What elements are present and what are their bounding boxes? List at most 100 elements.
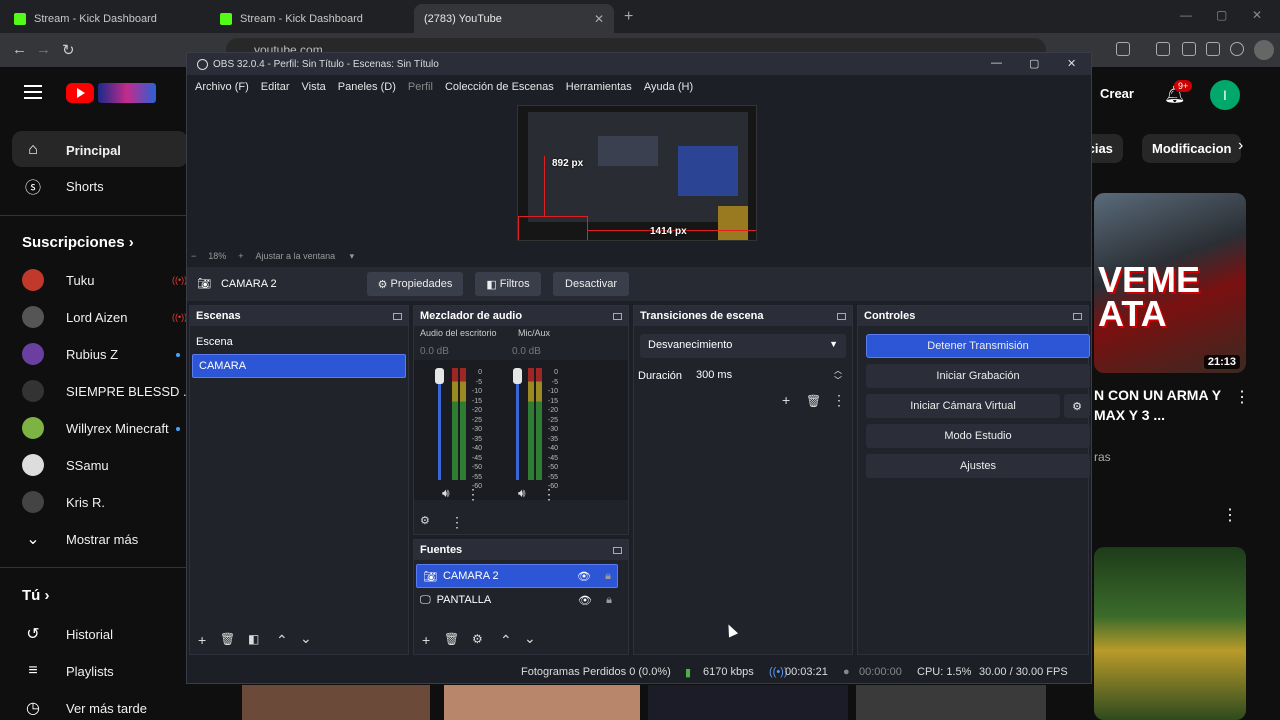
more-options-icon[interactable]: ⋮ [832, 392, 846, 409]
volume-knob[interactable] [513, 368, 522, 384]
start-recording-button[interactable]: Iniciar Grabación [866, 364, 1090, 388]
more-options-icon[interactable]: ⋮ [450, 514, 464, 531]
filter-icon[interactable]: ◧ [248, 632, 259, 646]
stop-streaming-button[interactable]: Detener Transmisión [866, 334, 1090, 358]
sidebar-item-principal[interactable]: ⌂ Principal [22, 139, 121, 161]
more-options-icon[interactable]: ⋮ [466, 486, 480, 503]
maximize-icon[interactable]: ▢ [1216, 8, 1227, 22]
move-down-icon[interactable]: ⌄ [524, 630, 536, 647]
maximize-icon[interactable]: ▢ [1029, 57, 1039, 70]
volume-knob[interactable] [435, 368, 444, 384]
more-options-icon[interactable]: ⋮ [1234, 387, 1250, 407]
minimize-icon[interactable]: — [1180, 8, 1192, 22]
lock-icon[interactable]: 🔒︎ [605, 570, 611, 583]
browser-tab-kick-1[interactable]: Stream - Kick Dashboard [4, 4, 204, 33]
bookmark-icon[interactable] [1182, 42, 1196, 56]
float-icon[interactable] [837, 312, 846, 320]
subscriptions-title[interactable]: Suscripciones › [22, 234, 134, 251]
scene-item-selected[interactable]: CAMARA [192, 354, 406, 378]
deactivate-button[interactable]: Desactivar [553, 272, 629, 296]
gear-icon[interactable]: ⚙ [472, 632, 483, 646]
speaker-icon[interactable]: 🔊︎ [518, 486, 526, 501]
video-title[interactable]: N CON UN ARMA Y MAX Y 3 ... [1094, 385, 1224, 425]
transition-select[interactable]: Desvanecimiento ▼ [640, 334, 846, 358]
add-icon[interactable]: + [782, 392, 790, 408]
float-icon[interactable] [613, 312, 622, 320]
sidebar-item-shorts[interactable]: ⓢ Shorts [22, 175, 104, 198]
float-icon[interactable] [613, 546, 622, 554]
sidebar-sub-tuku[interactable]: Tuku [22, 269, 94, 291]
forward-icon[interactable]: → [36, 41, 51, 58]
menu-perfil[interactable]: Perfil [408, 81, 433, 93]
sidepanel-icon[interactable] [1156, 42, 1170, 56]
sidebar-item-historial[interactable]: ↺ Historial [22, 623, 113, 645]
properties-button[interactable]: ⚙ Propiedades [367, 272, 463, 296]
star-icon[interactable] [1206, 42, 1220, 56]
studio-mode-button[interactable]: Modo Estudio [866, 424, 1090, 448]
shield-icon[interactable] [1230, 42, 1244, 56]
move-up-icon[interactable]: ⌃ [500, 632, 512, 649]
video-thumbnail[interactable] [242, 685, 430, 720]
fit-window-select[interactable]: Ajustar a la ventana ▾ [256, 251, 355, 262]
sidebar-sub-willyrex[interactable]: Willyrex Minecraft [22, 417, 169, 439]
add-icon[interactable]: + [422, 632, 430, 648]
start-virtual-camera-button[interactable]: Iniciar Cámara Virtual [866, 394, 1060, 418]
duration-spinbox[interactable]: 300 ms ︿ ﹀ [690, 364, 846, 386]
obs-preview[interactable]: 892 px 1414 px [191, 99, 1077, 249]
add-icon[interactable]: + [198, 632, 206, 648]
youtube-logo[interactable] [66, 83, 94, 103]
camera-source-bounds[interactable] [518, 216, 588, 240]
settings-button[interactable]: Ajustes [866, 454, 1090, 478]
filters-button[interactable]: ◧ Filtros [475, 272, 541, 296]
menu-ayuda[interactable]: Ayuda (H) [644, 81, 693, 93]
sidebar-sub-ssamu[interactable]: SSamu [22, 454, 109, 476]
video-thumbnail[interactable] [648, 685, 848, 720]
virtual-camera-settings-button[interactable]: ⚙ [1064, 394, 1090, 418]
move-down-icon[interactable]: ⌄ [300, 630, 312, 647]
sidebar-sub-lord-aizen[interactable]: Lord Aizen [22, 306, 127, 328]
lock-icon[interactable]: 🔒︎ [606, 594, 612, 607]
sidebar-sub-kris[interactable]: Kris R. [22, 491, 105, 513]
more-options-icon[interactable]: ⋮ [542, 486, 556, 503]
sidebar-item-playlists[interactable]: ≡ Playlists [22, 660, 113, 682]
you-title[interactable]: Tú › [22, 587, 50, 604]
close-window-icon[interactable]: ✕ [1252, 8, 1262, 22]
reload-icon[interactable]: ↻ [62, 41, 75, 59]
browser-tab-youtube[interactable]: (2783) YouTube ✕ [414, 4, 614, 83]
sidebar-sub-rubius[interactable]: Rubius Z [22, 343, 118, 365]
chevron-right-icon[interactable]: › [1238, 137, 1243, 155]
trash-icon[interactable]: 🗑︎ [220, 632, 235, 646]
create-button[interactable]: Crear [1100, 86, 1134, 101]
filter-chip[interactable]: Modificacion [1142, 134, 1242, 163]
sidebar-show-more[interactable]: ⌄ Mostrar más [22, 528, 138, 550]
move-up-icon[interactable]: ⌃ [276, 632, 288, 649]
user-avatar[interactable]: I [1210, 80, 1240, 110]
zoom-out-button[interactable]: − [191, 251, 196, 261]
video-thumbnail[interactable] [444, 685, 640, 720]
new-tab-icon[interactable]: + [624, 8, 633, 26]
back-icon[interactable]: ← [12, 41, 27, 58]
minimize-icon[interactable]: — [991, 57, 1002, 69]
source-item[interactable]: 🖵 PANTALLA 👁︎ 🔒︎ [414, 588, 618, 612]
volume-slider-mic[interactable] [516, 370, 519, 480]
sidebar-sub-blessd[interactable]: SIEMPRE BLESSD ... [22, 380, 194, 402]
close-window-icon[interactable]: ✕ [1067, 57, 1076, 70]
menu-coleccion[interactable]: Colección de Escenas [445, 81, 554, 93]
menu-icon[interactable] [24, 85, 42, 99]
float-icon[interactable] [393, 312, 402, 320]
more-options-icon[interactable]: ⋮ [1222, 505, 1238, 525]
extensions-icon[interactable] [1116, 42, 1130, 56]
browser-tab-kick-2[interactable]: Stream - Kick Dashboard [210, 4, 410, 33]
menu-paneles[interactable]: Paneles (D) [338, 81, 396, 93]
speaker-icon[interactable]: 🔊︎ [442, 486, 450, 501]
eye-icon[interactable]: 👁︎ [578, 594, 592, 607]
profile-avatar[interactable] [1254, 40, 1274, 60]
trash-icon[interactable]: 🗑︎ [806, 394, 821, 408]
trash-icon[interactable]: 🗑︎ [444, 632, 459, 646]
menu-editar[interactable]: Editar [261, 81, 290, 93]
video-thumbnail[interactable] [1094, 547, 1246, 720]
close-tab-icon[interactable]: ✕ [594, 12, 604, 26]
eye-icon[interactable]: 👁︎ [577, 570, 591, 583]
menu-archivo[interactable]: Archivo (F) [195, 81, 249, 93]
volume-slider-desktop[interactable] [438, 370, 441, 480]
